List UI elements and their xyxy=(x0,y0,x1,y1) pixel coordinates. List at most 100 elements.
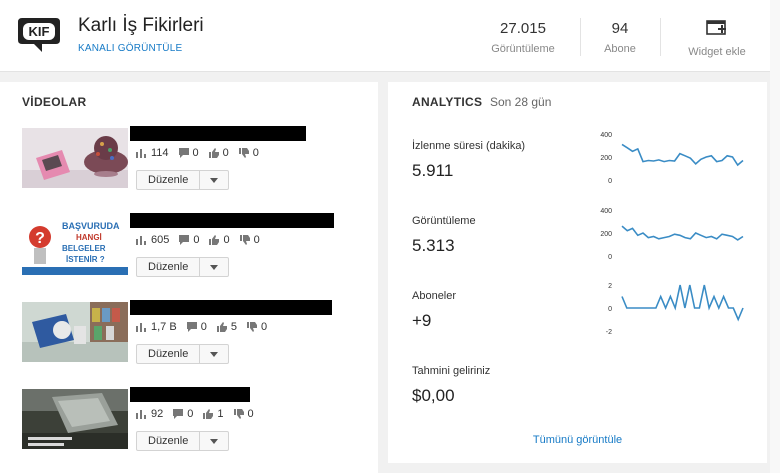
video-thumbnail[interactable] xyxy=(22,302,128,362)
see-all-link[interactable]: Tümünü görüntüle xyxy=(388,434,767,446)
divider xyxy=(580,18,581,56)
videos-panel: VİDEOLAR 114 0 0 0 Düzenle ? BAŞVURUDA H… xyxy=(0,82,378,473)
comments-stat: 0 xyxy=(186,321,207,333)
sparkline-tick-label: 0 xyxy=(608,254,612,261)
metric-value: $0,00 xyxy=(412,386,455,405)
metric-revenue[interactable]: Tahmini geliriniz $0,00 xyxy=(412,365,592,406)
video-thumbnail[interactable] xyxy=(22,389,128,449)
video-stats: 1,7 B 0 5 0 xyxy=(136,321,277,333)
edit-dropdown-toggle[interactable] xyxy=(200,171,228,189)
comments-count: 0 xyxy=(187,408,194,420)
views-stat: 605 xyxy=(136,234,169,246)
likes-stat: 1 xyxy=(203,408,224,420)
views-count: 1,7 B xyxy=(151,321,177,333)
views-count: 27.015 xyxy=(500,20,546,37)
metric-views[interactable]: Görüntüleme 5.313 xyxy=(412,215,592,256)
add-widget-button[interactable]: Widget ekle xyxy=(682,20,752,58)
views-stat: 1,7 B xyxy=(136,321,177,333)
dislikes-count: 0 xyxy=(260,321,268,333)
metric-value: +9 xyxy=(412,311,432,330)
comment-icon xyxy=(173,409,184,419)
bar-chart-icon xyxy=(136,149,146,158)
edit-button-label[interactable]: Düzenle xyxy=(137,432,201,450)
video-stats: 92 0 1 0 xyxy=(136,408,264,420)
videos-title: VİDEOLAR xyxy=(22,95,87,109)
comments-stat: 0 xyxy=(173,408,193,420)
metric-watch-time[interactable]: İzlenme süresi (dakika) 5.911 xyxy=(412,140,592,181)
metric-label: İzlenme süresi (dakika) xyxy=(412,140,526,152)
views-stat: 92 xyxy=(136,408,163,420)
subscribers-label: Abone xyxy=(604,43,636,55)
thumbs-up-icon xyxy=(208,148,219,158)
bar-chart-icon xyxy=(136,236,146,245)
video-thumbnail[interactable]: ? BAŞVURUDA HANGİ BELGELER İSTENİR ? xyxy=(22,215,128,275)
views-count: 92 xyxy=(151,408,164,420)
chevron-down-icon xyxy=(210,177,219,183)
chevron-down-icon xyxy=(210,438,219,444)
views-label: Görüntüleme xyxy=(491,43,555,55)
likes-count: 0 xyxy=(222,147,229,159)
views-count: 605 xyxy=(151,234,170,246)
subscribers-stat[interactable]: 94 Abone xyxy=(600,20,640,55)
edit-video-button[interactable]: Düzenle xyxy=(136,431,230,451)
video-thumbnail[interactable] xyxy=(22,128,128,188)
sparkline-tick-label: 0 xyxy=(608,178,612,185)
edit-video-button[interactable]: Düzenle xyxy=(136,257,230,277)
views-stat[interactable]: 27.015 Görüntüleme xyxy=(488,20,558,55)
sparkline-tick-label: 200 xyxy=(600,231,612,238)
comments-count: 0 xyxy=(192,147,199,159)
likes-count: 5 xyxy=(230,321,237,333)
comment-icon xyxy=(179,235,190,245)
sparkline-tick-label: 400 xyxy=(600,208,612,215)
metric-label: Aboneler xyxy=(412,290,457,302)
dislikes-stat: 0 xyxy=(233,408,254,420)
edit-video-button[interactable]: Düzenle xyxy=(136,344,230,364)
thumb-text: BELGELER xyxy=(62,244,106,253)
sparkline-tick-label: 200 xyxy=(600,155,612,162)
view-channel-link[interactable]: KANALI GÖRÜNTÜLE xyxy=(78,43,182,54)
metric-label: Görüntüleme xyxy=(412,215,476,227)
metric-subscribers[interactable]: Aboneler +9 xyxy=(412,290,592,331)
edit-dropdown-toggle[interactable] xyxy=(200,432,228,450)
edit-button-label[interactable]: Düzenle xyxy=(137,258,201,276)
thumb-text: HANGİ xyxy=(76,233,102,242)
subscribers-sparkline[interactable]: 2 0 -2 xyxy=(588,279,748,339)
subscribers-count: 94 xyxy=(611,20,629,37)
views-count: 114 xyxy=(151,147,169,159)
thumbs-down-icon xyxy=(233,409,244,419)
comments-stat: 0 xyxy=(178,147,199,159)
redacted-title xyxy=(130,300,332,315)
watch-time-sparkline[interactable]: 400 200 0 xyxy=(588,128,748,188)
chevron-down-icon xyxy=(210,351,219,357)
svg-text:KIF: KIF xyxy=(29,24,50,39)
edit-dropdown-toggle[interactable] xyxy=(200,345,228,363)
likes-stat: 0 xyxy=(209,234,230,246)
thumb-text: BAŞVURUDA xyxy=(62,221,120,231)
redacted-title xyxy=(130,387,250,402)
edit-video-button[interactable]: Düzenle xyxy=(136,170,230,190)
thumbs-up-icon xyxy=(216,322,227,332)
sparkline-tick-label: 0 xyxy=(608,306,612,313)
video-item: 114 0 0 0 Düzenle xyxy=(22,126,372,190)
scrollbar[interactable] xyxy=(770,0,780,473)
video-item: ? BAŞVURUDA HANGİ BELGELER İSTENİR ? 605… xyxy=(22,213,372,277)
views-stat: 114 xyxy=(136,147,169,159)
svg-text:?: ? xyxy=(35,230,45,247)
edit-button-label[interactable]: Düzenle xyxy=(137,345,201,363)
channel-logo[interactable]: KIF xyxy=(16,14,62,56)
thumbs-down-icon xyxy=(238,148,249,158)
thumb-text: İSTENİR ? xyxy=(66,255,105,264)
views-sparkline[interactable]: 400 200 0 xyxy=(588,204,748,264)
divider xyxy=(660,18,661,56)
thumbs-down-icon xyxy=(239,235,250,245)
dislikes-count: 0 xyxy=(247,408,254,420)
thumbs-down-icon xyxy=(246,322,257,332)
bar-chart-icon xyxy=(136,410,146,419)
edit-dropdown-toggle[interactable] xyxy=(200,258,228,276)
edit-button-label[interactable]: Düzenle xyxy=(137,171,201,189)
sparkline-tick-label: -2 xyxy=(606,329,612,336)
thumbs-up-icon xyxy=(209,235,220,245)
comment-icon xyxy=(178,148,189,158)
bar-chart-icon xyxy=(136,323,146,332)
dislikes-stat: 0 xyxy=(246,321,268,333)
